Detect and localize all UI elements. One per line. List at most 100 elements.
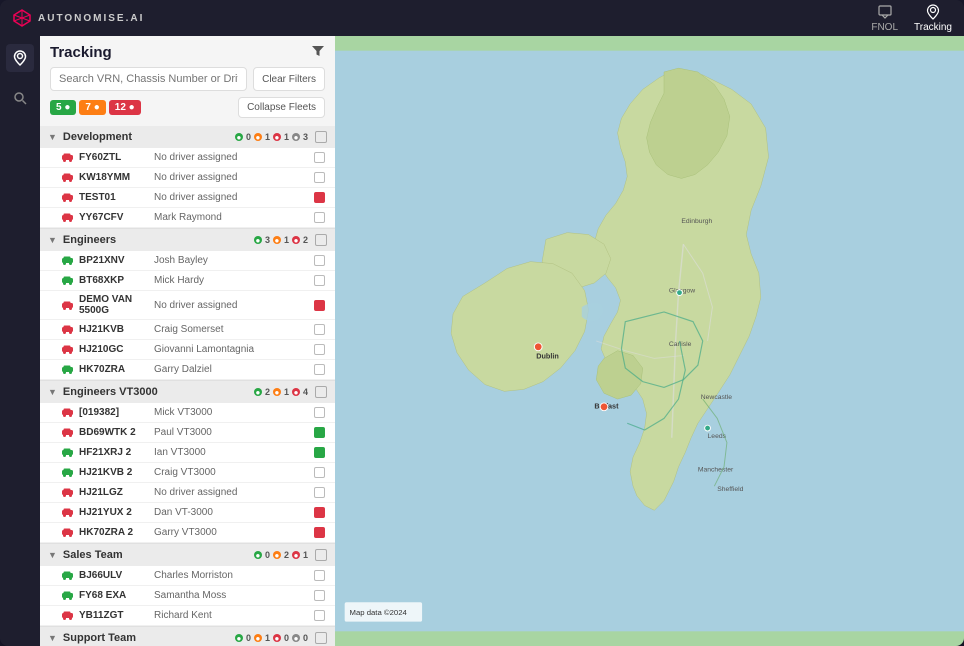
- table-row[interactable]: HJ21YUX 2 Dan VT-3000: [40, 503, 335, 523]
- fnol-button[interactable]: FNOL: [871, 4, 898, 33]
- badge-red[interactable]: 12 ●: [109, 100, 141, 115]
- stat-num: 2: [284, 550, 289, 560]
- table-row[interactable]: HJ21KVB Craig Somerset: [40, 320, 335, 340]
- sidebar-tracking-icon[interactable]: [6, 44, 34, 72]
- row-checkbox[interactable]: [314, 275, 325, 286]
- vehicle-driver: Ian VT3000: [154, 447, 311, 458]
- vehicle-icon: [60, 569, 74, 582]
- search-input[interactable]: [50, 67, 247, 91]
- vehicle-icon: [60, 274, 74, 287]
- row-status-red: [314, 300, 325, 311]
- collapse-arrow: ▼: [48, 387, 57, 397]
- clear-filters-button[interactable]: Clear Filters: [253, 67, 325, 91]
- vehicle-driver: Garry Dalziel: [154, 364, 311, 375]
- vehicle-status: [311, 507, 327, 518]
- badge-orange[interactable]: 7 ●: [79, 100, 105, 115]
- fleet-group-header[interactable]: ▼Development●0●1●1●3: [40, 126, 335, 148]
- vehicle-driver: Josh Bayley: [154, 255, 311, 266]
- vehicle-driver: No driver assigned: [154, 192, 311, 203]
- row-checkbox[interactable]: [314, 487, 325, 498]
- table-row[interactable]: BP21XNV Josh Bayley: [40, 251, 335, 271]
- table-row[interactable]: KW18YMM No driver assigned: [40, 168, 335, 188]
- vehicle-status: [311, 152, 327, 163]
- row-checkbox[interactable]: [314, 212, 325, 223]
- tracking-button[interactable]: Tracking: [914, 4, 952, 33]
- stat-num: 0: [246, 132, 251, 142]
- vehicle-reg: HF21XRJ 2: [79, 447, 154, 458]
- map-svg: Edinburgh Glasgow Belfast Dublin Newcast…: [335, 36, 964, 646]
- table-row[interactable]: DEMO VAN 5500G No driver assigned: [40, 291, 335, 320]
- fleet-group-header[interactable]: ▼Engineers●3●1●2: [40, 229, 335, 251]
- tracking-panel: Tracking Clear Filters 5 ● 7 ● 12: [40, 36, 335, 646]
- vehicle-icon: [60, 191, 74, 204]
- fleet-group-title: ▼Development: [48, 131, 132, 143]
- fleet-group-title: ▼Sales Team: [48, 549, 123, 561]
- sidebar-search-icon[interactable]: [6, 84, 34, 112]
- fleet-group-header[interactable]: ▼Engineers VT3000●2●1●4: [40, 381, 335, 403]
- table-row[interactable]: BT68XKP Mick Hardy: [40, 271, 335, 291]
- filter-icon[interactable]: [311, 44, 325, 61]
- fleet-group-checkbox[interactable]: [315, 234, 327, 246]
- fleet-group-checkbox[interactable]: [315, 386, 327, 398]
- stat-num: 1: [284, 387, 289, 397]
- vehicle-status: [311, 275, 327, 286]
- fleet-group-stats: ●3●1●2: [254, 234, 327, 246]
- table-row[interactable]: BD69WTK 2 Paul VT3000: [40, 423, 335, 443]
- vehicle-icon: [60, 254, 74, 267]
- vehicle-icon: [60, 589, 74, 602]
- row-checkbox[interactable]: [314, 610, 325, 621]
- svg-text:Dublin: Dublin: [536, 351, 559, 360]
- row-checkbox[interactable]: [314, 590, 325, 601]
- row-checkbox[interactable]: [314, 324, 325, 335]
- vehicle-status: [311, 324, 327, 335]
- vehicle-reg: TEST01: [79, 192, 154, 203]
- tracking-header: Tracking Clear Filters 5 ● 7 ● 12: [40, 36, 335, 126]
- row-checkbox[interactable]: [314, 152, 325, 163]
- fleet-group-checkbox[interactable]: [315, 632, 327, 644]
- table-row[interactable]: HK70ZRA 2 Garry VT3000: [40, 523, 335, 543]
- vehicle-icon: [60, 151, 74, 164]
- table-row[interactable]: HK70ZRA Garry Dalziel: [40, 360, 335, 380]
- table-row[interactable]: HJ21LGZ No driver assigned: [40, 483, 335, 503]
- fleet-group-header[interactable]: ▼Sales Team●0●2●1: [40, 544, 335, 566]
- row-checkbox[interactable]: [314, 172, 325, 183]
- row-checkbox[interactable]: [314, 467, 325, 478]
- table-row[interactable]: HJ210GC Giovanni Lamontagnia: [40, 340, 335, 360]
- table-row[interactable]: [019382] Mick VT3000: [40, 403, 335, 423]
- row-checkbox[interactable]: [314, 255, 325, 266]
- vehicle-reg: [019382]: [79, 407, 154, 418]
- fleet-group-checkbox[interactable]: [315, 131, 327, 143]
- table-row[interactable]: BJ66ULV Charles Morriston: [40, 566, 335, 586]
- collapse-fleets-button[interactable]: Collapse Fleets: [238, 97, 325, 118]
- table-row[interactable]: FY68 EXA Samantha Moss: [40, 586, 335, 606]
- collapse-arrow: ▼: [48, 633, 57, 643]
- vehicle-driver: No driver assigned: [154, 152, 311, 163]
- stat-num: 0: [246, 633, 251, 643]
- app-logo: AUTONOMISE.AI: [12, 8, 144, 28]
- table-row[interactable]: FY60ZTL No driver assigned: [40, 148, 335, 168]
- vehicle-driver: Samantha Moss: [154, 590, 311, 601]
- badge-green[interactable]: 5 ●: [50, 100, 76, 115]
- collapse-arrow: ▼: [48, 235, 57, 245]
- fleet-group-checkbox[interactable]: [315, 549, 327, 561]
- row-checkbox[interactable]: [314, 344, 325, 355]
- fleet-group-header[interactable]: ▼Support Team●0●1●0●0: [40, 627, 335, 646]
- vehicle-icon: [60, 526, 74, 539]
- vehicle-reg: FY68 EXA: [79, 590, 154, 601]
- stat-dot: ●: [273, 388, 281, 396]
- table-row[interactable]: HJ21KVB 2 Craig VT3000: [40, 463, 335, 483]
- vehicle-driver: Richard Kent: [154, 610, 311, 621]
- table-row[interactable]: YY67CFV Mark Raymond: [40, 208, 335, 228]
- row-checkbox[interactable]: [314, 570, 325, 581]
- fleet-group-stats: ●2●1●4: [254, 386, 327, 398]
- table-row[interactable]: YB11ZGT Richard Kent: [40, 606, 335, 626]
- row-checkbox[interactable]: [314, 407, 325, 418]
- vehicle-driver: No driver assigned: [154, 300, 311, 311]
- table-row[interactable]: HF21XRJ 2 Ian VT3000: [40, 443, 335, 463]
- table-row[interactable]: TEST01 No driver assigned: [40, 188, 335, 208]
- vehicle-status: [311, 467, 327, 478]
- row-checkbox[interactable]: [314, 364, 325, 375]
- vehicle-driver: Giovanni Lamontagnia: [154, 344, 311, 355]
- stat-dot: ●: [292, 388, 300, 396]
- vehicle-icon: [60, 466, 74, 479]
